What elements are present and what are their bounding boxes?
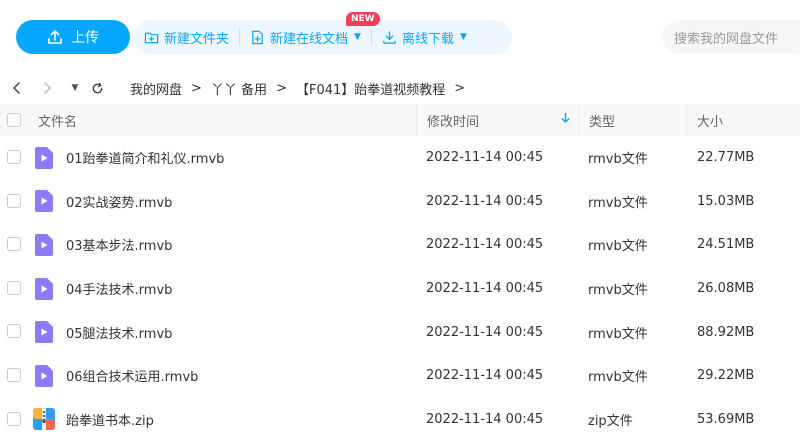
file-size: 15.03MB	[697, 193, 755, 209]
file-name[interactable]: 跆拳道书本.zip	[66, 410, 154, 429]
file-type: rmvb文件	[588, 195, 648, 211]
table-row[interactable]: 01跆拳道简介和礼仪.rmvb 2022-11-14 00:45 rmvb文件 22.…	[0, 136, 800, 180]
breadcrumb-item[interactable]: 丫丫 备用	[211, 79, 267, 98]
new-doc-icon	[252, 30, 263, 44]
search-input[interactable]: 搜索我的网盘文件	[662, 20, 800, 54]
zip-file-icon	[33, 408, 55, 431]
toolbar: 上传 新建文件夹 新建在线文档 ▼ 离线下载 ▼ NEW 搜索我的网盘文件	[0, 0, 800, 72]
file-name[interactable]: 02实战姿势.rmvb	[66, 192, 172, 211]
upload-icon	[48, 30, 62, 44]
row-checkbox[interactable]	[7, 411, 21, 426]
modified-time: 2022-11-14 00:45	[426, 281, 544, 297]
header-time[interactable]: 修改时间	[416, 104, 578, 136]
download-icon	[383, 30, 396, 44]
breadcrumb-separator: >	[191, 80, 202, 96]
upload-label: 上传	[71, 30, 99, 46]
row-checkbox[interactable]	[7, 280, 21, 295]
breadcrumb: 我的网盘 > 丫丫 备用 > 【F041】跆拳道视频教程 >	[130, 79, 465, 98]
back-arrow-icon[interactable]	[6, 77, 28, 99]
select-all-checkbox[interactable]	[7, 113, 21, 127]
forward-arrow-icon[interactable]	[36, 77, 58, 99]
file-name[interactable]: 04手法技术.rmvb	[66, 279, 172, 298]
modified-time: 2022-11-14 00:45	[426, 411, 544, 427]
file-name[interactable]: 01跆拳道简介和礼仪.rmvb	[66, 148, 224, 167]
chevron-down-icon: ▼	[354, 32, 361, 42]
header-type[interactable]: 类型	[578, 104, 686, 136]
video-file-icon	[35, 321, 53, 344]
video-file-icon	[35, 146, 53, 169]
breadcrumb-separator: >	[276, 80, 287, 96]
video-file-icon	[35, 190, 53, 213]
row-checkbox[interactable]	[7, 193, 21, 208]
table-body: 01跆拳道简介和礼仪.rmvb 2022-11-14 00:45 rmvb文件 22.…	[0, 136, 800, 441]
table-row[interactable]: 04手法技术.rmvb 2022-11-14 00:45 rmvb文件 26.08MB	[0, 267, 800, 311]
file-type: rmvb文件	[588, 152, 648, 168]
breadcrumb-separator: >	[454, 80, 466, 96]
table-row[interactable]: 03基本步法.rmvb 2022-11-14 00:45 rmvb文件 24.51MB	[0, 223, 800, 267]
row-checkbox[interactable]	[7, 367, 21, 382]
new-badge: NEW	[346, 12, 380, 26]
breadcrumb-item[interactable]: 我的网盘	[130, 79, 182, 98]
modified-time: 2022-11-14 00:45	[426, 193, 544, 209]
new-folder-button[interactable]: 新建文件夹	[134, 20, 239, 54]
file-size: 88.92MB	[697, 324, 755, 340]
new-doc-label: 新建在线文档	[270, 31, 349, 47]
history-dropdown-icon[interactable]: ▼	[64, 77, 86, 99]
file-name[interactable]: 06组合技术运用.rmvb	[66, 366, 198, 385]
file-type: zip文件	[588, 413, 633, 429]
action-group: 新建文件夹 新建在线文档 ▼ 离线下载 ▼	[134, 20, 512, 54]
table-row[interactable]: 06组合技术运用.rmvb 2022-11-14 00:45 rmvb文件 29.22…	[0, 354, 800, 398]
video-file-icon	[35, 233, 53, 256]
row-checkbox[interactable]	[7, 237, 21, 252]
nav-bar: ▼ 我的网盘 > 丫丫 备用 > 【F041】跆拳道视频教程 >	[0, 72, 800, 104]
chevron-down-icon: ▼	[459, 32, 467, 42]
file-name[interactable]: 03基本步法.rmvb	[66, 235, 172, 254]
modified-time: 2022-11-14 00:45	[426, 237, 544, 253]
offline-download-button[interactable]: 离线下载 ▼	[372, 20, 477, 54]
file-type: rmvb文件	[588, 370, 648, 386]
table-row[interactable]: 02实战姿势.rmvb 2022-11-14 00:45 rmvb文件 15.03MB	[0, 180, 800, 224]
table-header: 文件名 修改时间 类型 大小	[0, 104, 800, 136]
file-size: 53.69MB	[697, 411, 755, 427]
offline-download-label: 离线下载	[401, 31, 454, 47]
modified-time: 2022-11-14 00:45	[426, 150, 544, 166]
table-row[interactable]: 05腿法技术.rmvb 2022-11-14 00:45 rmvb文件 88.92MB	[0, 310, 800, 354]
file-type: rmvb文件	[588, 283, 648, 299]
file-type: rmvb文件	[588, 239, 648, 255]
table-row[interactable]: 跆拳道书本.zip 2022-11-14 00:45 zip文件 53.69MB	[0, 398, 800, 442]
sort-desc-icon[interactable]	[561, 112, 570, 127]
file-size: 26.08MB	[697, 281, 755, 297]
file-size: 29.22MB	[697, 368, 755, 384]
file-name[interactable]: 05腿法技术.rmvb	[66, 323, 172, 342]
video-file-icon	[35, 364, 53, 387]
new-folder-icon	[144, 32, 159, 43]
header-size[interactable]: 大小	[686, 104, 800, 136]
upload-button[interactable]: 上传	[16, 20, 130, 54]
row-checkbox[interactable]	[7, 324, 21, 339]
modified-time: 2022-11-14 00:45	[426, 324, 544, 340]
file-size: 22.77MB	[697, 150, 755, 166]
new-folder-label: 新建文件夹	[164, 31, 230, 47]
modified-time: 2022-11-14 00:45	[426, 368, 544, 384]
video-file-icon	[35, 277, 53, 300]
file-size: 24.51MB	[697, 237, 755, 253]
row-checkbox[interactable]	[7, 150, 21, 164]
file-table: 文件名 修改时间 类型 大小 01跆拳道简介和礼仪.rmvb 2022-11-14…	[0, 104, 800, 441]
refresh-icon[interactable]	[86, 77, 108, 99]
header-name[interactable]: 文件名	[28, 104, 416, 136]
file-type: rmvb文件	[588, 326, 648, 342]
breadcrumb-item[interactable]: 【F041】跆拳道视频教程	[296, 79, 445, 98]
